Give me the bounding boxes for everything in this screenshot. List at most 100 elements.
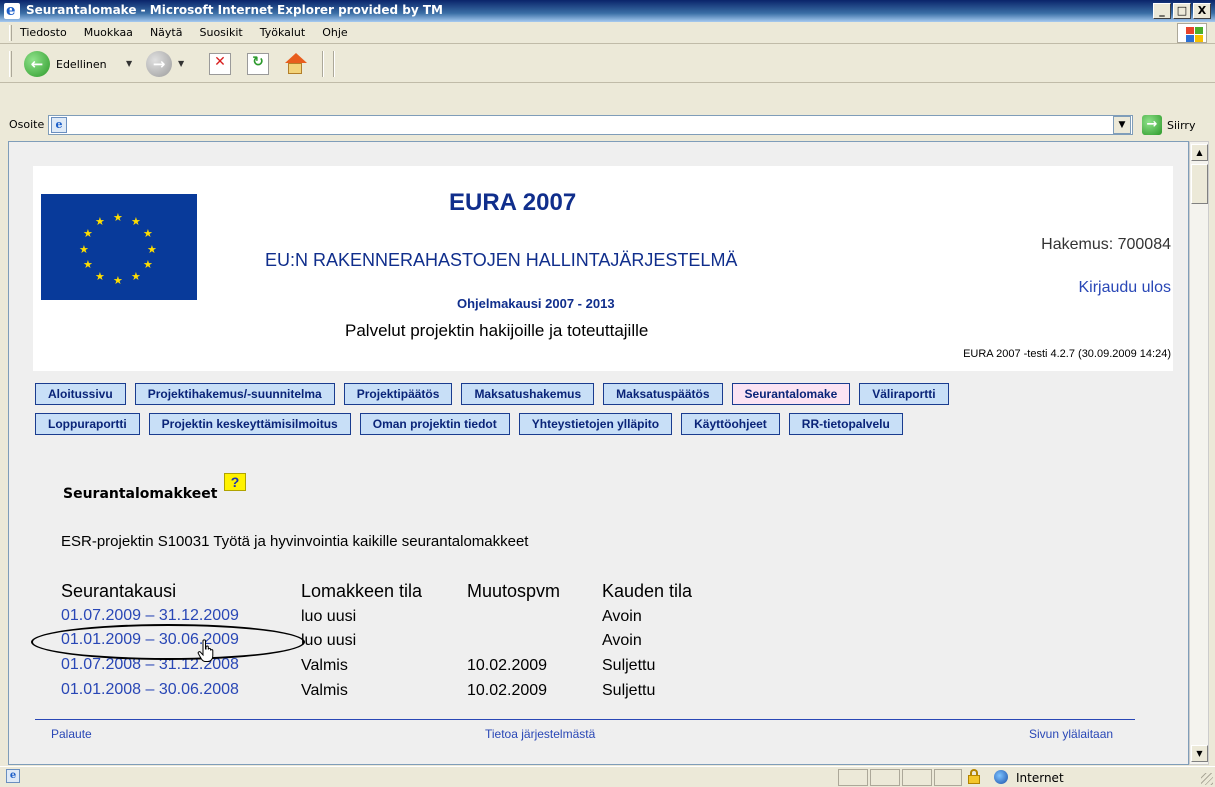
menu-grip <box>9 25 12 41</box>
period-status-cell: Avoin <box>602 632 642 649</box>
about-link[interactable]: Tietoa järjestelmästä <box>485 727 595 741</box>
period-status-cell: Avoin <box>602 608 642 625</box>
ie-icon: e <box>4 1 20 19</box>
forward-icon[interactable]: → <box>146 51 172 77</box>
status-pane <box>870 769 900 786</box>
nav-oman-projektin-tiedot[interactable]: Oman projektin tiedot <box>359 413 510 435</box>
vertical-scrollbar[interactable]: ▲ ▼ <box>1189 141 1209 765</box>
form-status-cell: luo uusi <box>301 632 357 649</box>
feedback-link[interactable]: Palaute <box>51 727 92 741</box>
menu-favorites[interactable]: Suosikit <box>199 26 242 39</box>
nav-maksatushakemus[interactable]: Maksatushakemus <box>461 383 595 405</box>
nav-yhteystietojen-yllapito[interactable]: Yhteystietojen ylläpito <box>518 413 673 435</box>
column-header-period: Seurantakausi <box>61 581 177 601</box>
eu-flag-logo: ★ ★ ★ ★ ★ ★ ★ ★ ★ ★ ★ ★ <box>41 194 197 300</box>
help-icon[interactable]: ? <box>224 473 246 491</box>
web-viewport: ★ ★ ★ ★ ★ ★ ★ ★ ★ ★ ★ ★ EURA 2007 EU:N R… <box>8 141 1189 765</box>
security-zone-label: Internet <box>1016 771 1064 785</box>
resize-grip[interactable] <box>1201 773 1213 785</box>
stop-icon[interactable]: ✕ <box>209 53 231 75</box>
menu-bar: Tiedosto Muokkaa Näytä Suosikit Työkalut… <box>0 22 1215 44</box>
back-button-label[interactable]: Edellinen <box>56 58 107 71</box>
menu-file[interactable]: Tiedosto <box>20 26 67 39</box>
period-link[interactable]: 01.07.2009 – 31.12.2009 <box>61 607 239 625</box>
maximize-button[interactable]: □ <box>1173 3 1191 19</box>
section-title: Seurantalomakkeet <box>63 486 218 502</box>
back-to-top-link[interactable]: Sivun ylälaitaan <box>1029 727 1113 741</box>
scroll-thumb[interactable] <box>1191 164 1208 204</box>
nav-rr-tietopalvelu[interactable]: RR-tietopalvelu <box>788 413 903 435</box>
nav-kayttoohjeet[interactable]: Käyttöohjeet <box>681 413 780 435</box>
address-bar: Osoite e ▼ → Siirry <box>0 112 1215 138</box>
project-description: ESR-projektin S10031 Työtä ja hyvinvoint… <box>61 533 529 550</box>
column-header-form-status: Lomakkeen tila <box>301 581 423 601</box>
scroll-down-icon[interactable]: ▼ <box>1191 745 1208 762</box>
refresh-icon[interactable]: ↻ <box>247 53 269 75</box>
period-link[interactable]: 01.01.2008 – 30.06.2008 <box>61 681 239 699</box>
address-dropdown-icon[interactable]: ▼ <box>1113 116 1131 134</box>
form-status-cell: luo uusi <box>301 608 357 625</box>
nav-maksatuspaatos[interactable]: Maksatuspäätös <box>603 383 723 405</box>
window-title: Seurantalomake - Microsoft Internet Expl… <box>26 3 443 17</box>
nav-keskeyttamisilmoitus[interactable]: Projektin keskeyttämisilmoitus <box>148 413 351 435</box>
nav-row-2: Loppuraportti Projektin keskeyttämisilmo… <box>35 413 903 435</box>
toolbar: ← Edellinen ▼ → ▼ ✕ ↻ <box>0 45 1215 83</box>
system-subtitle: EU:N RAKENNERAHASTOJEN HALLINTAJÄRJESTEL… <box>265 250 738 270</box>
column-header-changed: Muutospvm <box>467 581 561 601</box>
address-label: Osoite <box>9 118 45 131</box>
period-status-cell: Suljettu <box>602 657 656 674</box>
nav-row-1: Aloitussivu Projektihakemus/-suunnitelma… <box>35 383 949 405</box>
menu-edit[interactable]: Muokkaa <box>84 26 133 39</box>
nav-aloitussivu[interactable]: Aloitussivu <box>35 383 126 405</box>
footer-divider <box>35 719 1135 720</box>
nav-projektipaatos[interactable]: Projektipäätös <box>343 383 453 405</box>
page-header: ★ ★ ★ ★ ★ ★ ★ ★ ★ ★ ★ ★ EURA 2007 EU:N R… <box>33 166 1173 371</box>
page-title: EURA 2007 <box>449 189 577 216</box>
nav-valiraportti[interactable]: Väliraportti <box>859 383 949 405</box>
nav-loppuraportti[interactable]: Loppuraportti <box>35 413 140 435</box>
go-icon[interactable]: → <box>1142 115 1162 135</box>
logout-link[interactable]: Kirjaudu ulos <box>1079 279 1172 297</box>
minimize-button[interactable]: _ <box>1153 3 1171 19</box>
program-period: Ohjelmakausi 2007 - 2013 <box>457 296 615 311</box>
status-pane <box>902 769 932 786</box>
changed-date-cell: 10.02.2009 <box>467 657 548 674</box>
status-pane <box>934 769 962 786</box>
toolbar-grip <box>9 51 12 77</box>
globe-icon <box>994 770 1008 784</box>
application-number: Hakemus: 700084 <box>1041 236 1171 253</box>
status-pane <box>838 769 868 786</box>
address-input[interactable]: e <box>48 115 1133 135</box>
windows-logo-icon <box>1177 23 1207 43</box>
menu-help[interactable]: Ohje <box>322 26 347 39</box>
version-info: EURA 2007 -testi 4.2.7 (30.09.2009 14:24… <box>963 348 1171 360</box>
close-button[interactable]: X <box>1193 3 1211 19</box>
changed-date-cell: 10.02.2009 <box>467 682 548 699</box>
column-header-period-status: Kauden tila <box>602 581 693 601</box>
toolbar-separator <box>333 51 335 77</box>
window-controls: _ □ X <box>1153 3 1211 19</box>
form-status-cell: Valmis <box>301 682 348 699</box>
back-icon[interactable]: ← <box>24 51 50 77</box>
services-heading: Palvelut projektin hakijoille ja toteutt… <box>345 321 649 340</box>
page-icon: e <box>51 117 67 133</box>
go-button-label[interactable]: Siirry <box>1167 119 1195 132</box>
toolbar-separator <box>322 51 324 77</box>
form-status-cell: Valmis <box>301 657 348 674</box>
status-bar: e Internet <box>0 766 1215 787</box>
hand-cursor-icon <box>197 639 214 662</box>
period-status-cell: Suljettu <box>602 682 656 699</box>
forward-dropdown-icon[interactable]: ▼ <box>178 59 184 68</box>
menu-tools[interactable]: Työkalut <box>260 26 306 39</box>
window-title-bar[interactable]: e Seurantalomake - Microsoft Internet Ex… <box>0 0 1215 22</box>
back-dropdown-icon[interactable]: ▼ <box>126 59 132 68</box>
scroll-up-icon[interactable]: ▲ <box>1191 144 1208 161</box>
menu-view[interactable]: Näytä <box>150 26 183 39</box>
nav-projektihakemus[interactable]: Projektihakemus/-suunnitelma <box>134 383 335 405</box>
home-icon[interactable] <box>284 53 307 75</box>
highlight-ellipse <box>31 624 305 660</box>
page-status-icon: e <box>6 769 20 783</box>
nav-seurantalomake[interactable]: Seurantalomake <box>731 383 851 405</box>
lock-icon <box>968 769 980 784</box>
